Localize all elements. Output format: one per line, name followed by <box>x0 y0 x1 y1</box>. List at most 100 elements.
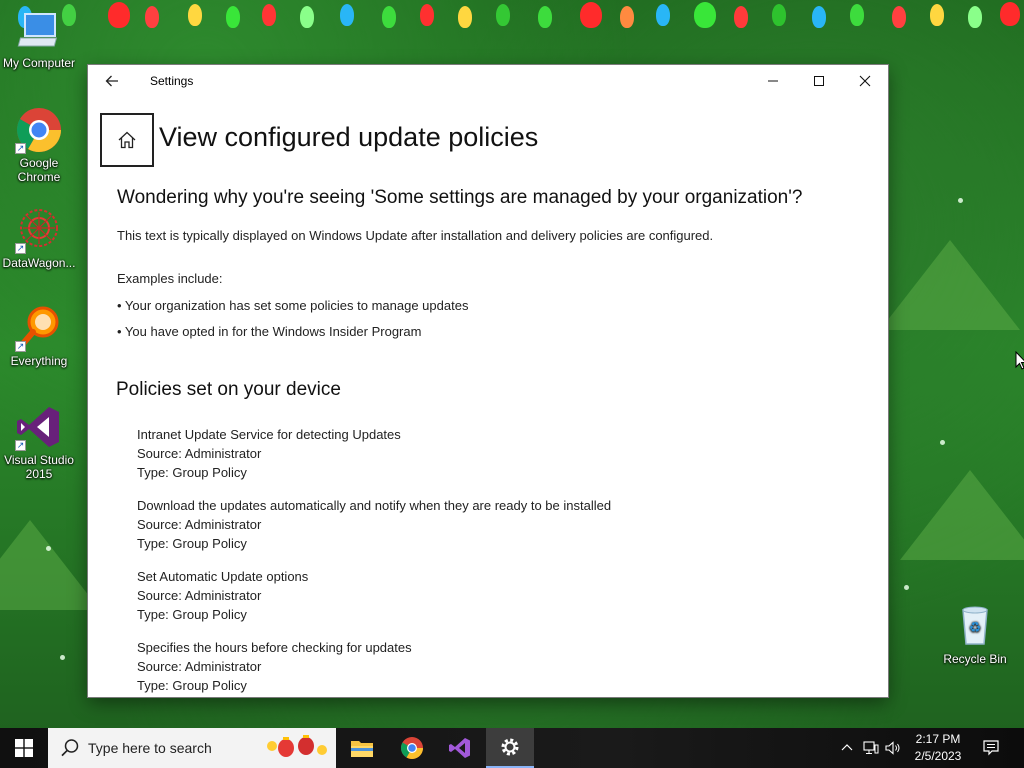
maximize-button[interactable] <box>796 65 842 97</box>
home-button[interactable] <box>100 113 154 167</box>
policy-source: Source: Administrator <box>137 446 262 461</box>
light-bulb <box>538 6 552 28</box>
light-bulb <box>1000 2 1020 26</box>
policy-type: Type: Group Policy <box>137 607 247 622</box>
visual-studio-icon <box>449 738 470 758</box>
policy-type: Type: Group Policy <box>137 536 247 551</box>
snowflake <box>46 546 51 551</box>
taskbar: Type here to search 2:17 PM 2/5/2023 <box>0 728 1024 768</box>
desktop-icon-label: Google Chrome <box>17 156 61 184</box>
desktop-icon-label: My Computer <box>2 56 76 70</box>
light-bulb <box>340 4 354 26</box>
gear-icon <box>501 738 519 756</box>
light-bulb <box>734 6 748 28</box>
light-bulb <box>850 4 864 26</box>
light-bulb <box>656 4 670 26</box>
start-button[interactable] <box>0 728 48 768</box>
light-bulb <box>694 2 716 28</box>
taskbar-clock[interactable]: 2:17 PM 2/5/2023 <box>908 731 968 765</box>
network-button[interactable] <box>862 738 880 758</box>
settings-window: Settings View configured update policies… <box>88 65 888 697</box>
example-item: • You have opted in for the Windows Insi… <box>117 324 422 339</box>
desktop-icon-visual-studio[interactable]: ↗ Visual Studio 2015 <box>1 403 77 481</box>
action-center-button[interactable] <box>982 738 1000 758</box>
light-bulb <box>812 6 826 28</box>
light-bulb <box>620 6 634 28</box>
lunar-new-year-lanterns-icon <box>267 735 327 757</box>
notification-icon <box>983 740 999 756</box>
policy-source: Source: Administrator <box>137 588 262 603</box>
window-title: Settings <box>150 74 194 88</box>
light-bulb <box>930 4 944 26</box>
shortcut-arrow-icon: ↗ <box>15 440 26 451</box>
wallpaper-tree <box>0 520 100 610</box>
policy-type: Type: Group Policy <box>137 678 247 693</box>
intro-text: This text is typically displayed on Wind… <box>117 228 714 243</box>
taskbar-file-explorer[interactable] <box>338 728 386 768</box>
light-bulb <box>188 4 202 26</box>
page-title: View configured update policies <box>159 122 539 152</box>
minimize-icon <box>768 80 778 82</box>
minimize-button[interactable] <box>750 65 796 97</box>
wallpaper-tree <box>880 240 1020 330</box>
datawagon-icon: ↗ <box>15 206 63 254</box>
computer-icon <box>15 6 63 54</box>
policy-list: Intranet Update Service for detecting Up… <box>137 425 857 697</box>
chrome-icon <box>400 737 423 759</box>
wallpaper-lights <box>0 0 1024 50</box>
taskbar-visual-studio[interactable] <box>436 728 484 768</box>
light-bulb <box>772 4 786 26</box>
back-arrow-icon <box>105 75 118 87</box>
subheading: Wondering why you're seeing 'Some settin… <box>117 187 803 208</box>
examples-label: Examples include: <box>117 271 223 286</box>
settings-content: View configured update policies Wonderin… <box>88 97 888 697</box>
snowflake <box>904 585 909 590</box>
snowflake <box>940 440 945 445</box>
search-icon <box>61 739 79 757</box>
section-title: Policies set on your device <box>116 379 341 400</box>
light-bulb <box>108 2 130 28</box>
search-placeholder: Type here to search <box>88 740 212 756</box>
desktop-icon-recycle-bin[interactable]: ♻ Recycle Bin <box>937 602 1013 666</box>
policy-item: Set Automatic Update options Source: Adm… <box>137 567 857 624</box>
policy-name: Specifies the hours before checking for … <box>137 640 412 655</box>
title-bar: Settings <box>88 65 888 97</box>
policy-name: Intranet Update Service for detecting Up… <box>137 427 401 442</box>
snowflake <box>60 655 65 660</box>
recycle-bin-icon: ♻ <box>951 602 999 650</box>
desktop-icon-label: Recycle Bin <box>943 652 1007 666</box>
snowflake <box>958 198 963 203</box>
desktop-icon-my-computer[interactable]: My Computer <box>1 6 77 70</box>
desktop-icon-google-chrome[interactable]: ↗ Google Chrome <box>1 106 77 184</box>
taskbar-settings[interactable] <box>486 728 534 768</box>
show-hidden-icons-button[interactable] <box>838 738 856 758</box>
light-bulb <box>892 6 906 28</box>
policy-item: Intranet Update Service for detecting Up… <box>137 425 857 482</box>
desktop-icon-label: Everything <box>10 354 68 368</box>
volume-button[interactable] <box>884 738 902 758</box>
policy-source: Source: Administrator <box>137 517 262 532</box>
mouse-cursor-icon <box>1015 351 1024 370</box>
taskbar-chrome[interactable] <box>388 728 436 768</box>
chevron-up-icon <box>841 744 853 751</box>
speaker-icon <box>885 741 900 755</box>
taskbar-search[interactable]: Type here to search <box>48 728 336 768</box>
light-bulb <box>420 4 434 26</box>
back-button[interactable] <box>98 69 126 93</box>
magnifier-icon: ↗ <box>15 304 63 352</box>
policy-item: Download the updates automatically and n… <box>137 496 857 553</box>
policy-item: Specifies the hours before checking for … <box>137 638 857 695</box>
policy-source: Source: Administrator <box>137 659 262 674</box>
policy-type: Type: Group Policy <box>137 465 247 480</box>
clock-date: 2/5/2023 <box>914 749 962 763</box>
shortcut-arrow-icon: ↗ <box>15 341 26 352</box>
chrome-icon: ↗ <box>15 106 63 154</box>
light-bulb <box>382 6 396 28</box>
light-bulb <box>262 4 276 26</box>
close-button[interactable] <box>842 65 888 97</box>
light-bulb <box>458 6 472 28</box>
desktop-icon-datawagon[interactable]: ↗ DataWagon... <box>1 206 77 270</box>
desktop-icon-everything[interactable]: ↗ Everything <box>1 304 77 368</box>
folder-icon <box>351 741 373 757</box>
light-bulb <box>496 4 510 26</box>
